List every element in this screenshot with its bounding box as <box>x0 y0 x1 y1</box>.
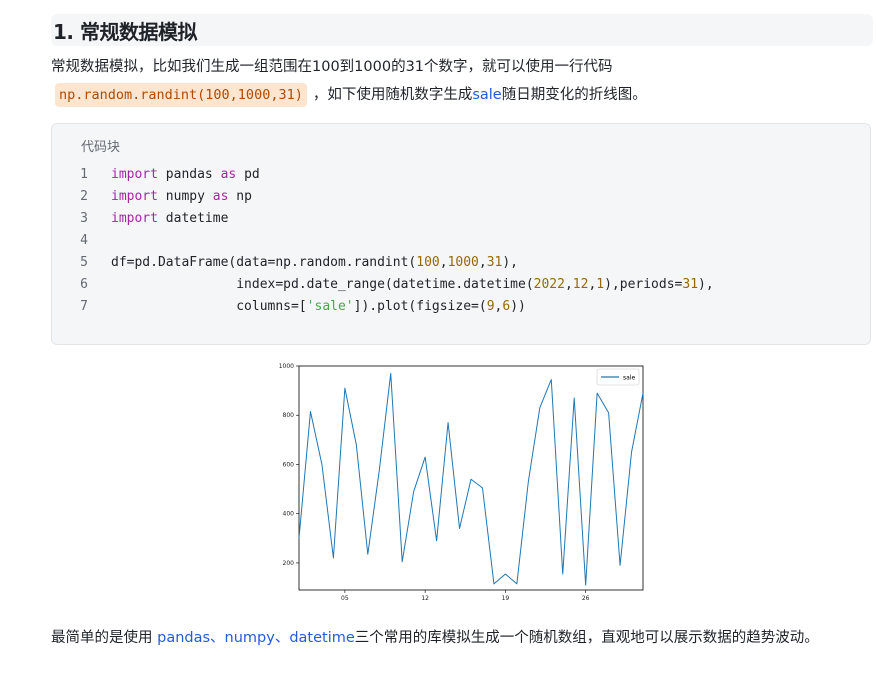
code-text: import numpy as np <box>111 189 252 204</box>
intro-text-a: ，如下使用随机数字生成 <box>312 87 473 103</box>
x-tick-label: 26 <box>582 595 590 602</box>
section-heading: 1. 常规数据模拟 <box>51 14 873 46</box>
code-text: import pandas as pd <box>111 167 260 182</box>
line-number: 2 <box>80 189 88 204</box>
line-chart: 200 400 600 800 1000 05 12 19 26 sale <box>258 356 644 606</box>
line-number: 5 <box>80 255 88 270</box>
section-title: 1. 常规数据模拟 <box>53 19 197 44</box>
y-axis: 200 400 600 800 1000 <box>279 363 299 567</box>
plot-frame <box>298 365 644 591</box>
line-number: 6 <box>80 277 88 292</box>
sale-link[interactable]: sale <box>472 84 501 106</box>
code-block: 代码块 1 import pandas as pd 2 import numpy as… <box>51 123 871 345</box>
line-number: 4 <box>80 233 88 248</box>
intro-text-b: 随日期变化的折线图。 <box>501 87 647 103</box>
inline-code: np.random.randint(100,1000,31) <box>55 83 307 107</box>
y-tick-label: 1000 <box>279 363 294 370</box>
x-tick-label: 05 <box>341 595 349 602</box>
y-tick-label: 800 <box>283 412 295 419</box>
code-text: import datetime <box>111 211 229 226</box>
code-text: index=pd.date_range(datetime.datetime(20… <box>111 277 714 292</box>
code-text: columns=['sale']).plot(figsize=(9,6)) <box>111 299 526 314</box>
chart-svg: 200 400 600 800 1000 05 12 19 26 sale <box>279 363 644 602</box>
outro-text-b: 三个常用的库模拟生成一个随机数组，直观地可以展示数据的趋势波动。 <box>354 630 819 646</box>
y-tick-label: 400 <box>283 511 295 518</box>
intro-line-1: 常规数据模拟，比如我们生成一组范围在100到1000的31个数字，就可以使用一行… <box>51 59 613 75</box>
line-number: 3 <box>80 211 88 226</box>
legend: sale <box>596 368 640 386</box>
legend-label: sale <box>623 375 635 382</box>
line-number: 7 <box>80 299 88 314</box>
x-tick-label: 12 <box>421 595 429 602</box>
code-text: df=pd.DataFrame(data=np.random.randint(1… <box>111 255 519 270</box>
line-number: 1 <box>80 167 88 182</box>
outro-text-a: 最简单的是使用 <box>51 630 158 646</box>
outro-paragraph: 最简单的是使用 pandas、numpy、datetime三个常用的库模拟生成一… <box>51 627 866 649</box>
code-block-title: 代码块 <box>81 140 121 155</box>
x-axis: 05 12 19 26 <box>341 590 590 602</box>
y-tick-label: 200 <box>283 560 295 567</box>
y-tick-label: 600 <box>283 461 295 468</box>
x-tick-label: 19 <box>502 595 510 602</box>
libs-link[interactable]: pandas、numpy、datetime <box>157 630 355 646</box>
intro-line-2: np.random.randint(100,1000,31) ，如下使用随机数字… <box>51 83 647 107</box>
